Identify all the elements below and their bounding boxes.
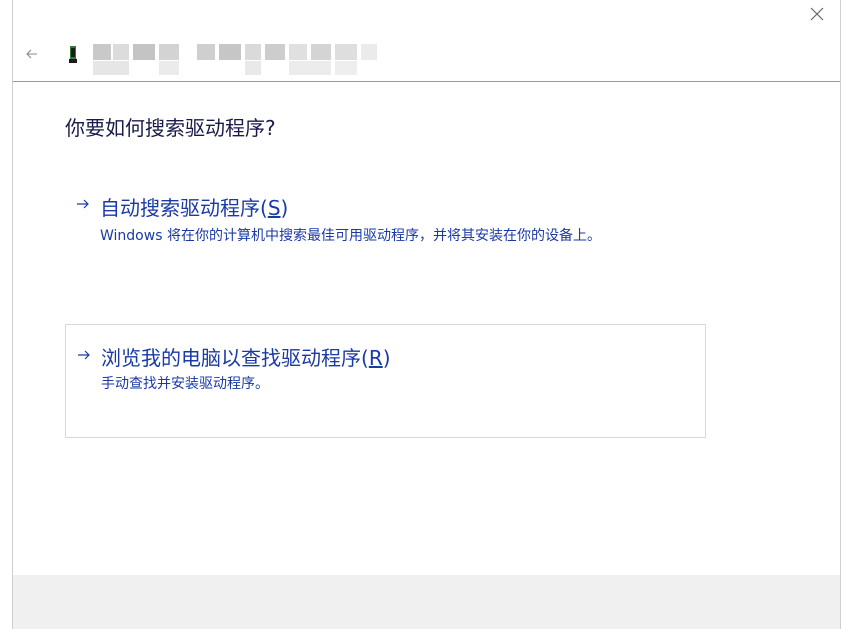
blurred-device-name: [93, 44, 383, 76]
dialog-header: [13, 0, 840, 82]
close-icon[interactable]: [808, 5, 826, 23]
dialog-footer: [13, 575, 840, 629]
option-title: 浏览我的电脑以查找驱动程序(R): [101, 346, 391, 370]
browse-computer-driver-option[interactable]: 浏览我的电脑以查找驱动程序(R) 手动查找并安装驱动程序。: [65, 324, 706, 438]
option-title: 自动搜索驱动程序(S): [100, 196, 289, 220]
option-description: 手动查找并安装驱动程序。: [101, 376, 269, 392]
page-title: 你要如何搜索驱动程序?: [65, 116, 276, 140]
device-icon: [67, 45, 79, 65]
arrow-right-icon: [76, 347, 92, 363]
option-description: Windows 将在你的计算机中搜索最佳可用驱动程序，并将其安装在你的设备上。: [100, 228, 601, 244]
auto-search-driver-option[interactable]: 自动搜索驱动程序(S) Windows 将在你的计算机中搜索最佳可用驱动程序，并…: [65, 190, 706, 260]
back-arrow-icon[interactable]: [25, 47, 39, 61]
update-drivers-dialog: 你要如何搜索驱动程序? 自动搜索驱动程序(S) Windows 将在你的计算机中…: [12, 0, 841, 629]
arrow-right-icon: [75, 196, 91, 212]
